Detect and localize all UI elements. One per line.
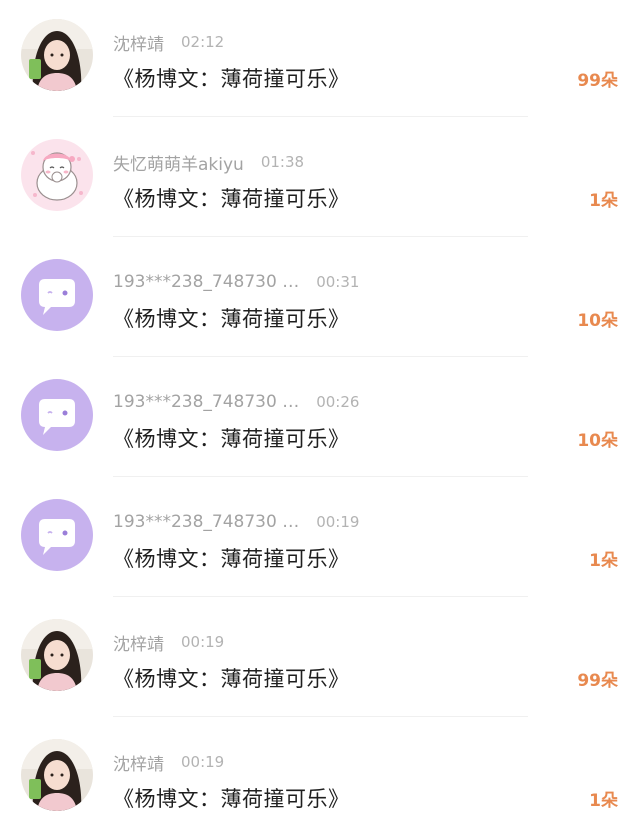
flower-count: 10朵 xyxy=(577,431,618,451)
sender-name[interactable]: 沈梓靖 xyxy=(113,30,164,55)
divider xyxy=(113,716,528,717)
photo-girl-avatar[interactable] xyxy=(21,619,93,691)
timestamp: 00:19 xyxy=(316,513,360,531)
gift-list: 沈梓靖 02:12 《杨博文：薄荷撞可乐》 99朵 失忆萌萌羊akiyu 01:38… xyxy=(0,0,640,840)
gift-message: 《杨博文：薄荷撞可乐》 xyxy=(113,67,350,91)
timestamp: 01:38 xyxy=(260,153,305,171)
sender-name[interactable]: 193***238_748730 … xyxy=(113,272,299,292)
sender-name[interactable]: 沈梓靖 xyxy=(113,750,164,775)
timestamp: 00:31 xyxy=(316,273,360,291)
flower-count: 1朵 xyxy=(589,791,618,811)
flower-count: 99朵 xyxy=(577,71,618,91)
gift-list-item[interactable]: 沈梓靖 00:19 《杨博文：薄荷撞可乐》 1朵 xyxy=(0,720,640,840)
gift-list-item[interactable]: 193***238_748730 … 00:26 《杨博文：薄荷撞可乐》 10朵 xyxy=(0,360,640,480)
timestamp: 00:19 xyxy=(181,633,225,651)
flower-count: 1朵 xyxy=(589,191,618,211)
gift-list-item[interactable]: 193***238_748730 … 00:31 《杨博文：薄荷撞可乐》 10朵 xyxy=(0,240,640,360)
divider xyxy=(113,476,528,477)
sender-name[interactable]: 失忆萌萌羊akiyu xyxy=(113,150,244,175)
sender-name[interactable]: 沈梓靖 xyxy=(113,630,164,655)
gift-list-item[interactable]: 沈梓靖 02:12 《杨博文：薄荷撞可乐》 99朵 xyxy=(0,0,640,120)
divider xyxy=(113,116,528,117)
timestamp: 00:26 xyxy=(316,393,360,411)
divider xyxy=(113,236,528,237)
chat-bubble-avatar[interactable] xyxy=(21,379,93,451)
sender-name[interactable]: 193***238_748730 … xyxy=(113,512,299,532)
flower-count: 99朵 xyxy=(577,671,618,691)
gift-message: 《杨博文：薄荷撞可乐》 xyxy=(113,427,350,451)
photo-girl-avatar[interactable] xyxy=(21,739,93,811)
gift-list-item[interactable]: 193***238_748730 … 00:19 《杨博文：薄荷撞可乐》 1朵 xyxy=(0,480,640,600)
gift-message: 《杨博文：薄荷撞可乐》 xyxy=(113,307,350,331)
gift-message: 《杨博文：薄荷撞可乐》 xyxy=(113,787,350,811)
flower-count: 1朵 xyxy=(589,551,618,571)
chat-bubble-avatar[interactable] xyxy=(21,259,93,331)
photo-girl-avatar[interactable] xyxy=(21,19,93,91)
gift-list-item[interactable]: 失忆萌萌羊akiyu 01:38 《杨博文：薄荷撞可乐》 1朵 xyxy=(0,120,640,240)
pink-cat-avatar[interactable] xyxy=(21,139,93,211)
flower-count: 10朵 xyxy=(577,311,618,331)
divider xyxy=(113,596,528,597)
gift-message: 《杨博文：薄荷撞可乐》 xyxy=(113,547,350,571)
gift-message: 《杨博文：薄荷撞可乐》 xyxy=(113,667,350,691)
chat-bubble-avatar[interactable] xyxy=(21,499,93,571)
divider xyxy=(113,356,528,357)
gift-message: 《杨博文：薄荷撞可乐》 xyxy=(113,187,350,211)
timestamp: 02:12 xyxy=(181,33,225,51)
sender-name[interactable]: 193***238_748730 … xyxy=(113,392,299,412)
timestamp: 00:19 xyxy=(181,753,225,771)
gift-list-item[interactable]: 沈梓靖 00:19 《杨博文：薄荷撞可乐》 99朵 xyxy=(0,600,640,720)
